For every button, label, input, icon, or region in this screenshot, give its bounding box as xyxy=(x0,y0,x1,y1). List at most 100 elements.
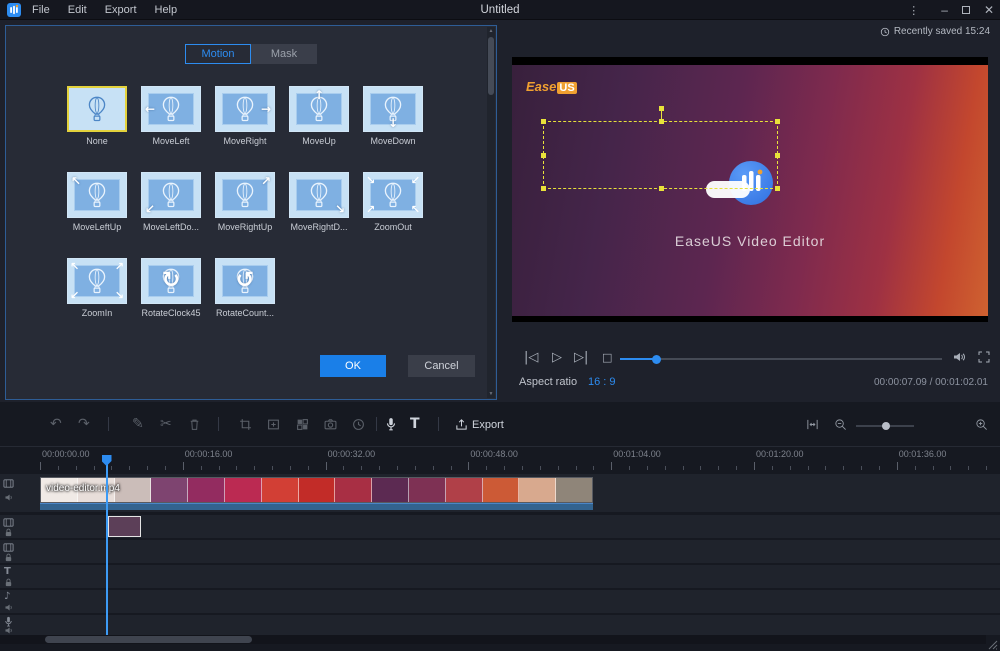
arrow-right-icon: → xyxy=(261,103,271,115)
track-overlay-1[interactable] xyxy=(0,515,1000,538)
lock-icon[interactable] xyxy=(4,553,13,562)
volume-icon[interactable] xyxy=(952,350,966,364)
text-to-speech-icon[interactable]: T xyxy=(410,417,420,431)
split-icon[interactable]: ✂ xyxy=(160,417,172,431)
freeze-frame-icon[interactable] xyxy=(267,418,280,431)
delete-icon[interactable] xyxy=(188,418,201,431)
track-text[interactable]: T xyxy=(0,565,1000,588)
play-button[interactable]: ▷ xyxy=(552,350,562,365)
menu-file[interactable]: File xyxy=(32,4,50,16)
scroll-down-icon[interactable]: ▼ xyxy=(487,391,495,397)
handle-bottom-right[interactable] xyxy=(775,186,780,191)
motion-effect-moveleftup[interactable]: ↖ MoveLeftUp xyxy=(67,172,127,233)
lock-icon[interactable] xyxy=(4,578,13,587)
motion-effect-moveleftdown[interactable]: ↙ MoveLeftDo... xyxy=(141,172,201,233)
export-icon[interactable] xyxy=(455,418,468,431)
motion-effect-rotatecounter[interactable]: ↺ RotateCount... xyxy=(215,258,275,319)
close-button[interactable]: ✕ xyxy=(984,3,994,17)
scroll-up-icon[interactable]: ▲ xyxy=(487,28,495,34)
export-button[interactable]: Export xyxy=(472,419,504,431)
tab-mask[interactable]: Mask xyxy=(251,44,317,64)
track-overlay-2[interactable] xyxy=(0,540,1000,563)
motion-effect-rotateclock45[interactable]: ↻ RotateClock45 xyxy=(141,258,201,319)
menu-edit[interactable]: Edit xyxy=(68,4,87,16)
overlay-clip[interactable] xyxy=(108,516,141,537)
handle-middle-right[interactable] xyxy=(775,153,780,158)
handle-top-middle[interactable] xyxy=(659,119,664,124)
selection-box[interactable] xyxy=(543,121,778,189)
more-menu-icon[interactable]: ⋮ xyxy=(908,4,919,17)
zoom-in-icon[interactable] xyxy=(975,418,988,431)
undo-icon[interactable]: ↶ xyxy=(50,417,62,431)
fullscreen-icon[interactable] xyxy=(978,351,990,363)
tab-motion[interactable]: Motion xyxy=(185,44,251,64)
balloon-icon xyxy=(236,96,255,122)
lock-icon[interactable] xyxy=(4,528,13,537)
crop-icon[interactable] xyxy=(239,418,252,431)
dialog-scrollbar[interactable]: ▲ ▼ xyxy=(487,27,495,398)
redo-icon[interactable]: ↷ xyxy=(78,417,90,431)
aspect-ratio-value[interactable]: 16 : 9 xyxy=(588,376,616,388)
motion-effect-moverightup[interactable]: ↗ MoveRightUp xyxy=(215,172,275,233)
ruler-label: 00:00:48.00 xyxy=(470,449,518,459)
handle-middle-left[interactable] xyxy=(541,153,546,158)
scrollbar-thumb[interactable] xyxy=(488,37,494,95)
minimize-button[interactable]: – xyxy=(941,3,948,17)
timeline-scrollbar[interactable] xyxy=(0,635,986,644)
stop-button[interactable]: □ xyxy=(602,351,612,364)
motion-effect-moveright[interactable]: → MoveRight xyxy=(215,86,275,147)
maximize-button[interactable] xyxy=(962,6,970,14)
video-clip[interactable]: video-editor.mp4 xyxy=(40,477,593,510)
ruler-tick xyxy=(647,466,648,470)
seek-slider[interactable] xyxy=(620,358,942,360)
filmstrip-frame xyxy=(225,478,262,502)
timeline-scrollbar-thumb[interactable] xyxy=(45,636,252,643)
mosaic-icon[interactable] xyxy=(296,418,309,431)
handle-top-right[interactable] xyxy=(775,119,780,124)
ruler-tick xyxy=(201,466,202,470)
ruler-label: 00:01:20.00 xyxy=(756,449,804,459)
next-frame-button[interactable]: ▷| xyxy=(574,350,588,365)
motion-effect-none[interactable]: None xyxy=(67,86,127,147)
motion-effect-zoomout[interactable]: ↘↙↗↖ ZoomOut xyxy=(363,172,423,233)
timeline-ruler[interactable]: 00:00:00.0000:00:16.0000:00:32.0000:00:4… xyxy=(0,446,1000,470)
voiceover-mic-icon[interactable] xyxy=(384,417,398,431)
zoom-arrows-icon: ↘↙↗↖ xyxy=(366,175,420,215)
motion-effect-zoomin[interactable]: ↖↗↙↘ ZoomIn xyxy=(67,258,127,319)
speaker-icon[interactable] xyxy=(4,626,13,635)
motion-effect-moveup[interactable]: ↑ MoveUp xyxy=(289,86,349,147)
motion-effect-moveleft[interactable]: ← MoveLeft xyxy=(141,86,201,147)
zoom-out-icon[interactable] xyxy=(834,418,847,431)
previous-frame-button[interactable]: |◁ xyxy=(524,350,538,365)
track-video-main[interactable]: video-editor.mp4 xyxy=(0,474,1000,512)
cancel-button[interactable]: Cancel xyxy=(408,355,475,377)
handle-top-left[interactable] xyxy=(541,119,546,124)
ruler-tick xyxy=(111,466,112,470)
speaker-icon[interactable] xyxy=(4,493,13,502)
track-voiceover[interactable] xyxy=(0,615,1000,635)
ok-button[interactable]: OK xyxy=(320,355,386,377)
timeline-zoom-slider[interactable] xyxy=(856,425,914,427)
resize-grip-icon[interactable] xyxy=(986,638,998,650)
ruler-tick xyxy=(486,466,487,470)
app-logo-icon[interactable] xyxy=(7,3,21,17)
duration-icon[interactable] xyxy=(352,418,365,431)
menu-help[interactable]: Help xyxy=(155,4,178,16)
ruler-tick xyxy=(843,466,844,470)
motion-effect-moverightdown[interactable]: ↘ MoveRightD... xyxy=(289,172,349,233)
fit-timeline-icon[interactable] xyxy=(806,418,819,431)
menu-export[interactable]: Export xyxy=(105,4,137,16)
handle-bottom-left[interactable] xyxy=(541,186,546,191)
playhead[interactable] xyxy=(106,455,108,635)
track-music[interactable]: ♪ xyxy=(0,590,1000,613)
speaker-icon[interactable] xyxy=(4,603,13,612)
handle-bottom-middle[interactable] xyxy=(659,186,664,191)
zoom-slider-knob[interactable] xyxy=(882,422,890,430)
ruler-tick xyxy=(397,466,398,470)
motion-effect-movedown[interactable]: ↓ MoveDown xyxy=(363,86,423,147)
ruler-tick xyxy=(754,462,755,470)
snapshot-icon[interactable] xyxy=(324,418,337,431)
seek-knob[interactable] xyxy=(652,355,661,364)
rotate-handle[interactable] xyxy=(659,106,664,111)
edit-icon[interactable]: ✎ xyxy=(132,417,144,431)
